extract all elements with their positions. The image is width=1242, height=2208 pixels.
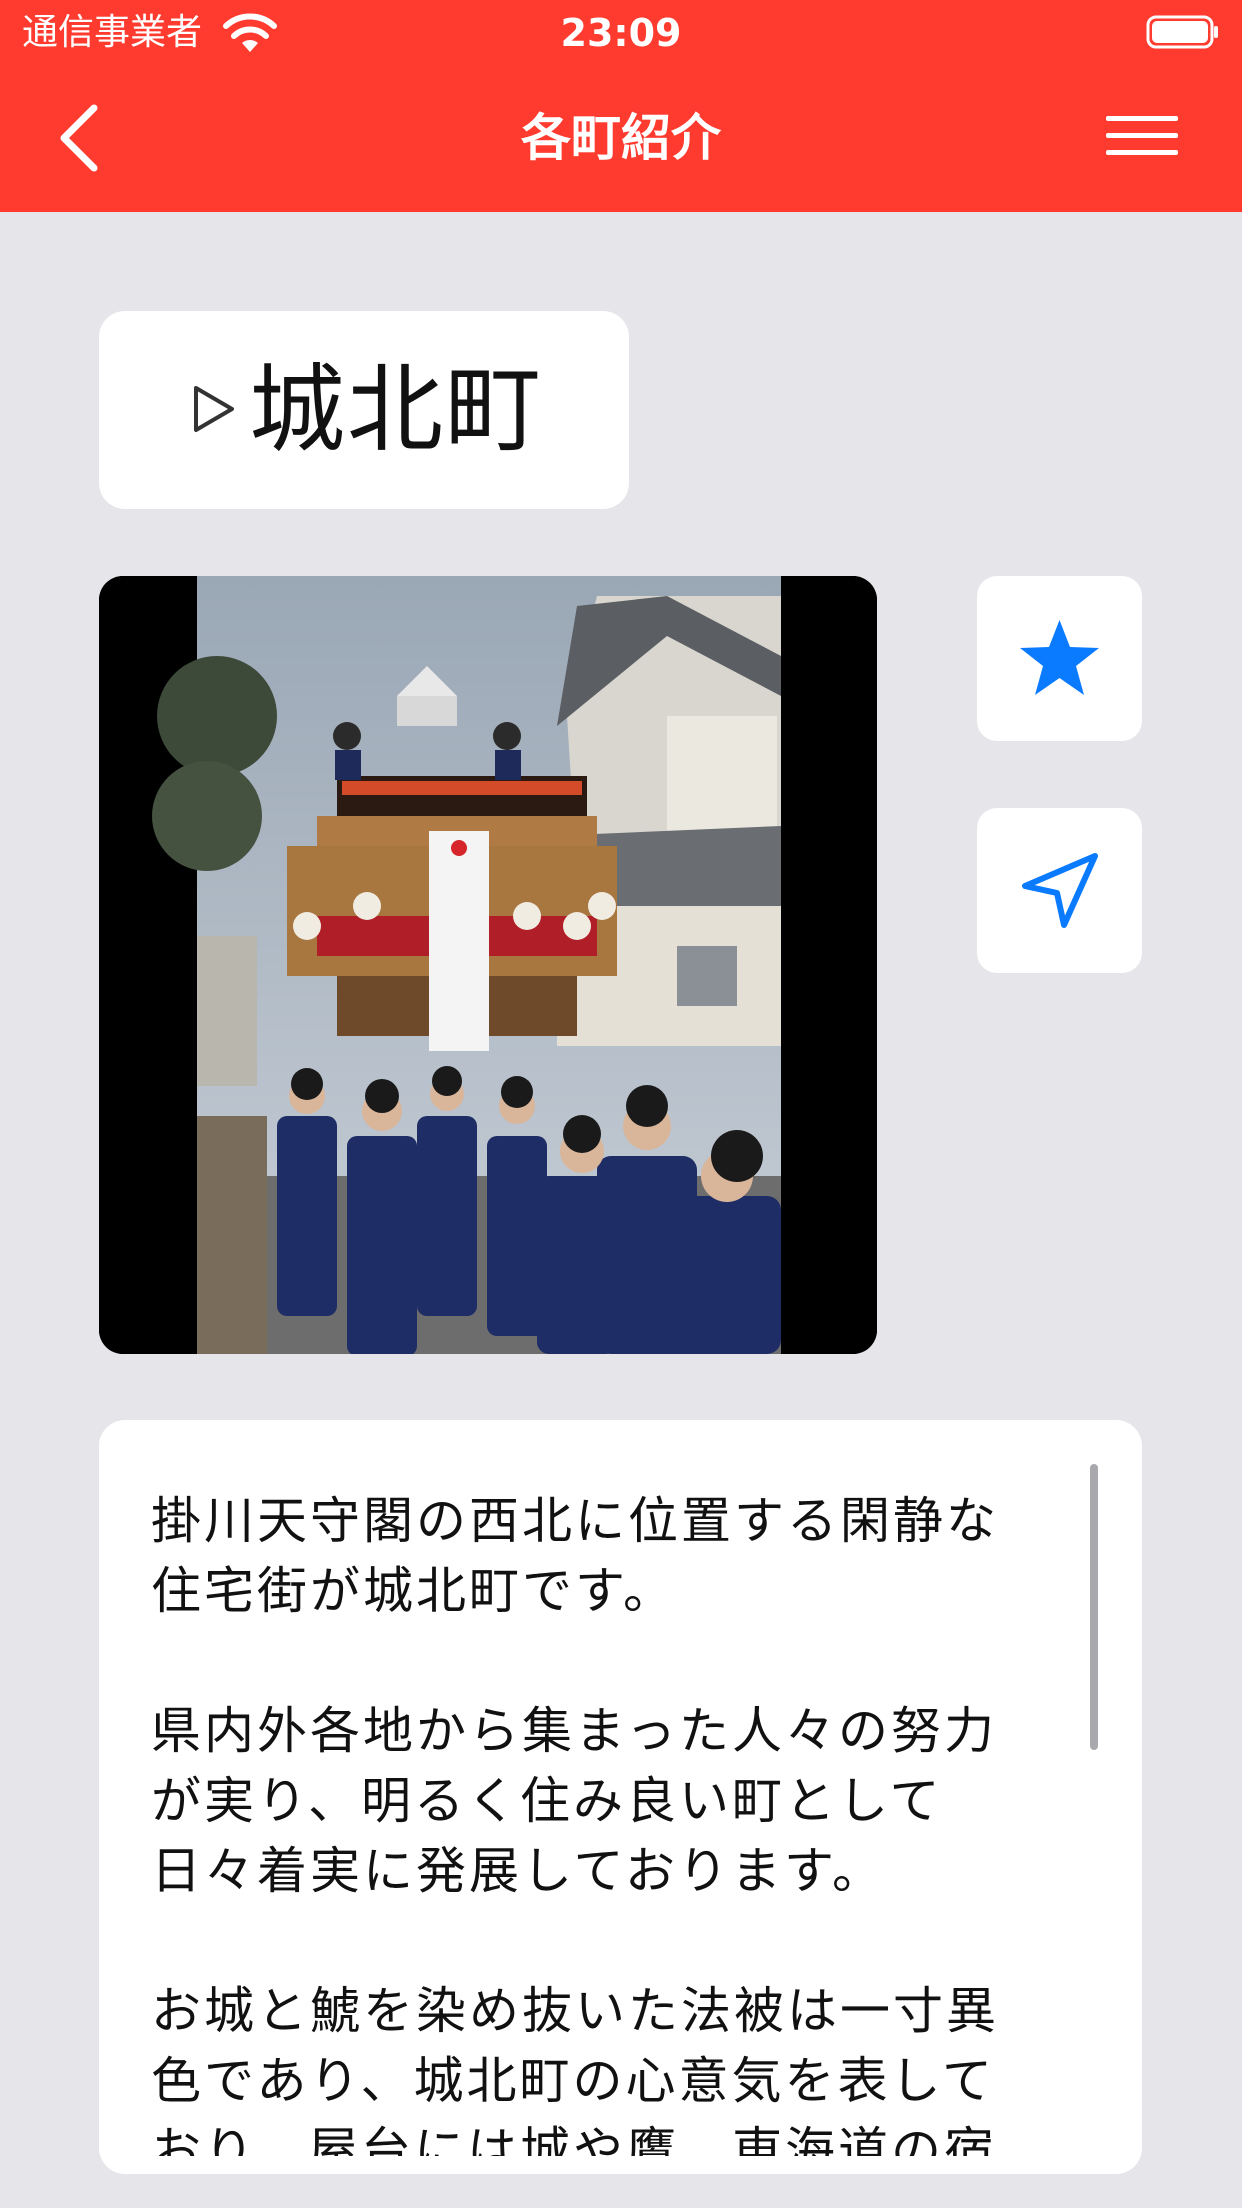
favorite-button[interactable] xyxy=(977,576,1142,741)
map-location-button[interactable] xyxy=(977,808,1142,973)
festival-photo-image xyxy=(99,576,877,1354)
description-text-area[interactable]: 掛川天守閣の西北に位置する閑静な 住宅街が城北町です。 県内外各地から集まった人… xyxy=(151,1486,1091,2156)
description-paragraph: 県内外各地から集まった人々の努力 が実り、明るく住み良い町として 日々着実に発展… xyxy=(151,1702,997,1900)
status-bar: 通信事業者 23:09 xyxy=(0,0,1242,66)
description-paragraph: 掛川天守閣の西北に位置する閑静な 住宅街が城北町です。 xyxy=(151,1492,999,1620)
play-triangle-icon xyxy=(194,386,234,432)
hamburger-icon[interactable] xyxy=(1104,112,1180,160)
status-time: 23:09 xyxy=(560,11,682,55)
town-name: 城北町 xyxy=(249,354,543,466)
battery-icon xyxy=(1146,15,1218,49)
navigation-bar: 各町紹介 xyxy=(0,66,1242,212)
description-card[interactable]: 掛川天守閣の西北に位置する閑静な 住宅街が城北町です。 県内外各地から集まった人… xyxy=(99,1420,1142,2174)
page-title: 各町紹介 xyxy=(521,109,721,167)
festival-photo xyxy=(99,576,877,1354)
description-paragraph: お城と鯱を染め抜いた法被は一寸異 色であり、城北町の心意気を表して おり、屋台に… xyxy=(151,1982,999,2156)
scrollbar[interactable] xyxy=(1090,1464,1098,1750)
star-icon xyxy=(1020,620,1099,695)
location-arrow-icon xyxy=(1022,853,1098,928)
town-name-card: 城北町 xyxy=(99,311,629,509)
